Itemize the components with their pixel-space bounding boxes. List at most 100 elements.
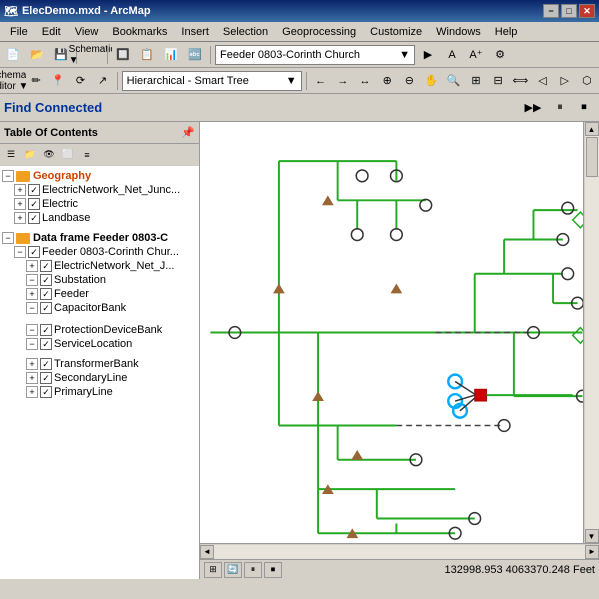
- toc-electric-net-j-row[interactable]: + ElectricNetwork_Net_J...: [0, 259, 199, 273]
- protection-checkbox[interactable]: [40, 324, 52, 336]
- transformer-checkbox[interactable]: [40, 358, 52, 370]
- electric-net-j-expand[interactable]: +: [26, 260, 38, 272]
- capacitor-checkbox[interactable]: [40, 302, 52, 314]
- menu-windows[interactable]: Windows: [430, 25, 487, 39]
- toc-landbase-row[interactable]: + Landbase: [0, 211, 199, 225]
- geography-expand[interactable]: −: [2, 170, 14, 182]
- close-button[interactable]: ✕: [579, 4, 595, 18]
- protection-expand[interactable]: −: [26, 324, 38, 336]
- geography-section-row[interactable]: − Geography: [0, 169, 199, 183]
- toc-sel-btn[interactable]: ⬜: [59, 146, 77, 164]
- fc-btn-2[interactable]: ⏸: [549, 97, 571, 119]
- toolbar-icon-6[interactable]: A⁺: [465, 44, 487, 66]
- service-expand[interactable]: −: [26, 338, 38, 350]
- open-button[interactable]: 📂: [26, 44, 48, 66]
- scroll-down-btn[interactable]: ▼: [585, 529, 599, 543]
- feeder-expand[interactable]: +: [26, 288, 38, 300]
- toc-options-btn[interactable]: ≡: [78, 146, 96, 164]
- nav-icon-4[interactable]: ⊕: [377, 70, 397, 92]
- toc-electric-network-junc-row[interactable]: + ElectricNetwork_Net_Junc...: [0, 183, 199, 197]
- transformer-expand[interactable]: +: [26, 358, 38, 370]
- status-btn-2[interactable]: 🔄: [224, 562, 242, 578]
- landbase-expand[interactable]: +: [14, 212, 26, 224]
- toc-transformer-row[interactable]: + TransformerBank: [0, 357, 199, 371]
- se-icon-2[interactable]: 📍: [48, 70, 68, 92]
- toc-pin-btn[interactable]: 📌: [181, 126, 195, 139]
- secondary-checkbox[interactable]: [40, 372, 52, 384]
- menu-selection[interactable]: Selection: [217, 25, 274, 39]
- menu-edit[interactable]: Edit: [36, 25, 67, 39]
- se-icon-4[interactable]: ↗: [93, 70, 113, 92]
- nav-icon-11[interactable]: ◁: [532, 70, 552, 92]
- toc-electric-row[interactable]: + Electric: [0, 197, 199, 211]
- feeder-dropdown[interactable]: Feeder 0803-Corinth Church ▼: [215, 45, 415, 65]
- menu-view[interactable]: View: [69, 25, 105, 39]
- nav-icon-10[interactable]: ⟺: [510, 70, 530, 92]
- status-btn-stop[interactable]: ⏹: [264, 562, 282, 578]
- toolbar-icon-4[interactable]: 🔤: [184, 44, 206, 66]
- se-icon-1[interactable]: ✏: [26, 70, 46, 92]
- toc-feeder-row[interactable]: + Feeder: [0, 287, 199, 301]
- schematic-editor-dropdown-btn[interactable]: Schematic Editor ▼: [2, 70, 24, 92]
- toc-primary-row[interactable]: + PrimaryLine: [0, 385, 199, 399]
- nav-icon-5[interactable]: ⊖: [399, 70, 419, 92]
- substation-checkbox[interactable]: [40, 274, 52, 286]
- map-area[interactable]: [200, 122, 583, 543]
- menu-customize[interactable]: Customize: [364, 25, 428, 39]
- electric-net-j-checkbox[interactable]: [40, 260, 52, 272]
- landbase-checkbox[interactable]: [28, 212, 40, 224]
- feeder-go-btn[interactable]: ▶: [417, 44, 439, 66]
- nav-icon-2[interactable]: →: [333, 70, 353, 92]
- menu-insert[interactable]: Insert: [175, 25, 215, 39]
- scroll-thumb-v[interactable]: [586, 137, 598, 177]
- service-checkbox[interactable]: [40, 338, 52, 350]
- substation-expand[interactable]: −: [26, 274, 38, 286]
- scroll-track-v[interactable]: [585, 136, 599, 529]
- menu-bookmarks[interactable]: Bookmarks: [106, 25, 173, 39]
- fc-btn-3[interactable]: ⏹: [573, 97, 595, 119]
- toc-source-btn[interactable]: 📁: [21, 146, 39, 164]
- toc-service-row[interactable]: − ServiceLocation: [0, 337, 199, 351]
- electric-checkbox[interactable]: [28, 198, 40, 210]
- toc-capacitor-row[interactable]: − CapacitorBank: [0, 301, 199, 315]
- scroll-left-btn[interactable]: ◄: [200, 545, 214, 559]
- scroll-right-btn[interactable]: ►: [585, 545, 599, 559]
- nav-icon-13[interactable]: ⬡: [577, 70, 597, 92]
- scroll-up-btn[interactable]: ▲: [585, 122, 599, 136]
- nav-icon-7[interactable]: 🔍: [444, 70, 464, 92]
- electric-network-junc-checkbox[interactable]: [28, 184, 40, 196]
- fc-btn-1[interactable]: ▶▶: [519, 97, 547, 119]
- feeder-corinth-checkbox[interactable]: [28, 246, 40, 258]
- nav-icon-9[interactable]: ⊟: [488, 70, 508, 92]
- minimize-button[interactable]: −: [543, 4, 559, 18]
- electric-expand[interactable]: +: [14, 198, 26, 210]
- status-btn-1[interactable]: ⊞: [204, 562, 222, 578]
- maximize-button[interactable]: □: [561, 4, 577, 18]
- toc-secondary-row[interactable]: + SecondaryLine: [0, 371, 199, 385]
- toc-feeder-corinth-row[interactable]: − Feeder 0803-Corinth Chur...: [0, 245, 199, 259]
- toolbar-icon-7[interactable]: ⚙: [489, 44, 511, 66]
- status-btn-pause[interactable]: ⏸: [244, 562, 262, 578]
- se-icon-3[interactable]: ⟳: [70, 70, 90, 92]
- capacitor-expand[interactable]: −: [26, 302, 38, 314]
- hierarchical-dropdown[interactable]: Hierarchical - Smart Tree ▼: [122, 71, 302, 91]
- toc-substation-row[interactable]: − Substation: [0, 273, 199, 287]
- feeder-checkbox[interactable]: [40, 288, 52, 300]
- primary-expand[interactable]: +: [26, 386, 38, 398]
- dataframe-expand[interactable]: −: [2, 232, 14, 244]
- menu-file[interactable]: File: [4, 25, 34, 39]
- scroll-track-h[interactable]: [214, 545, 585, 559]
- dataframe-section-row[interactable]: − Data frame Feeder 0803-C: [0, 231, 199, 245]
- secondary-expand[interactable]: +: [26, 372, 38, 384]
- new-button[interactable]: 📄: [2, 44, 24, 66]
- menu-geoprocessing[interactable]: Geoprocessing: [276, 25, 362, 39]
- toc-vis-btn[interactable]: 👁: [40, 146, 58, 164]
- nav-icon-12[interactable]: ▷: [555, 70, 575, 92]
- toc-list-btn[interactable]: ☰: [2, 146, 20, 164]
- nav-icon-3[interactable]: ↔: [355, 70, 375, 92]
- toolbar-icon-2[interactable]: 📋: [136, 44, 158, 66]
- electric-network-junc-expand[interactable]: +: [14, 184, 26, 196]
- menu-help[interactable]: Help: [489, 25, 524, 39]
- feeder-corinth-expand[interactable]: −: [14, 246, 26, 258]
- primary-checkbox[interactable]: [40, 386, 52, 398]
